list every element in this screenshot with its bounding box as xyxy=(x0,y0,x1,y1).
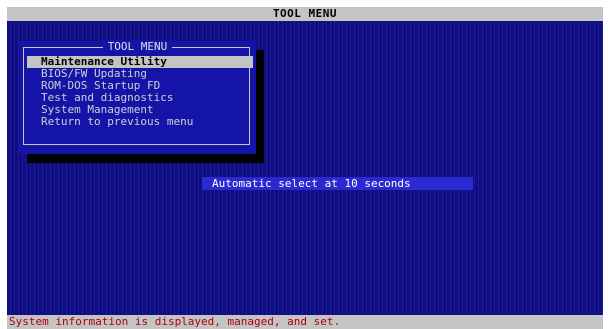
status-bar: System information is displayed, managed… xyxy=(7,315,603,329)
menu-item-return-to-previous-menu[interactable]: Return to previous menu xyxy=(27,116,253,128)
auto-select-countdown: Automatic select at 10 seconds xyxy=(202,177,473,190)
console-screen: TOOL MENU TOOL MENU Maintenance Utility … xyxy=(7,7,603,329)
tool-menu: TOOL MENU Maintenance Utility BIOS/FW Up… xyxy=(19,40,256,154)
menu-title: TOOL MENU xyxy=(19,40,256,53)
menu-title-label: TOOL MENU xyxy=(102,40,173,53)
menu-items: Maintenance Utility BIOS/FW Updating ROM… xyxy=(27,56,253,128)
title-bar: TOOL MENU xyxy=(7,7,603,21)
